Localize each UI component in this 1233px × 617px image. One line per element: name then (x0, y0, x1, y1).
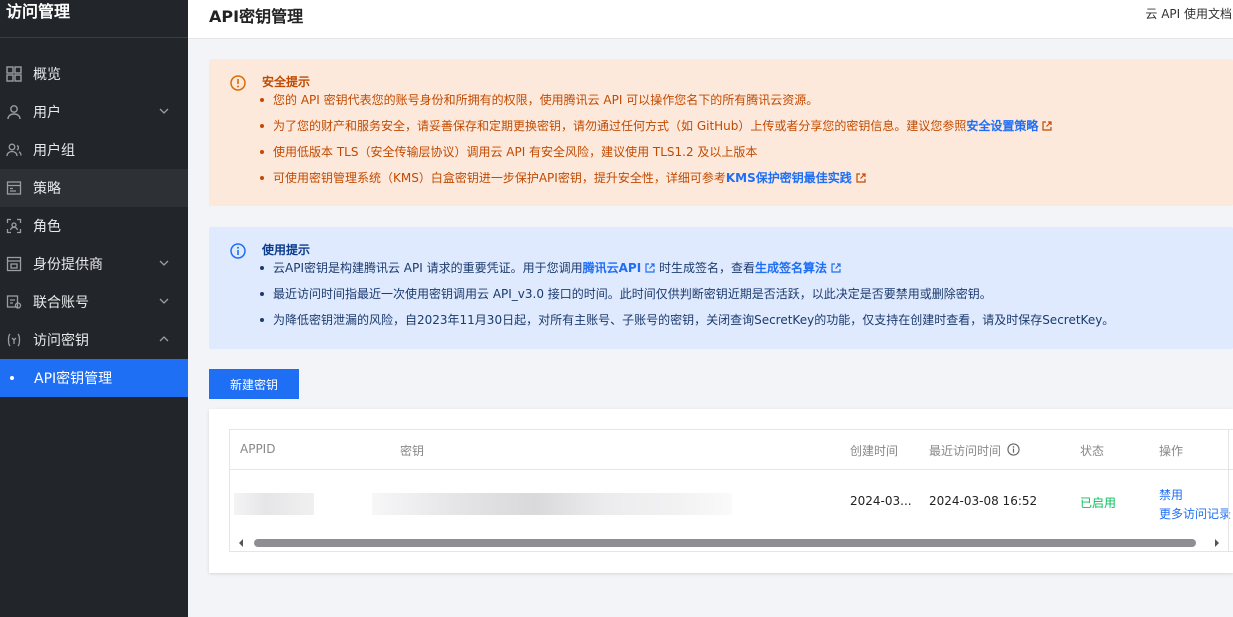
column-header-actions: 操作 (1159, 444, 1184, 458)
alert-text: 使用低版本 TLS（安全传输层协议）调用云 API 有安全风险，建议使用 TLS… (273, 145, 758, 159)
user-group-icon (6, 142, 22, 158)
chevron-down-icon (159, 298, 169, 304)
column-header-last-access: 最近访问时间 (929, 444, 1002, 458)
list-item: 云API密钥是构建腾讯云 API 请求的重要凭证。用于您调用腾讯云API 时生成… (259, 259, 1233, 285)
identity-provider-icon (6, 256, 22, 272)
role-icon (6, 218, 22, 234)
disable-key-link[interactable]: 禁用 (1159, 486, 1183, 503)
list-item: 最近访问时间指最近一次使用密钥调用云 API_v3.0 接口的时间。此时间仅供判… (259, 285, 1233, 311)
access-key-icon (6, 332, 22, 348)
alert-text: 时生成签名，查看 (659, 261, 756, 275)
security-alert-list: 您的 API 密钥代表您的账号身份和所拥有的权限，使用腾讯云 API 可以操作您… (259, 91, 1233, 195)
page-title: API密钥管理 (209, 7, 304, 26)
redacted-secret-id (372, 493, 732, 515)
scroll-left-icon[interactable] (236, 538, 246, 548)
sidebar-item-roles[interactable]: 角色 (0, 207, 188, 245)
sidebar-item-label: 访问密钥 (33, 333, 89, 349)
sidebar-item-label: 用户 (33, 105, 61, 121)
list-item: 使用低版本 TLS（安全传输层协议）调用云 API 有安全风险，建议使用 TLS… (259, 143, 1233, 169)
scroll-right-icon[interactable] (1212, 538, 1222, 548)
active-dot-icon (10, 376, 14, 380)
external-link-icon (856, 173, 866, 183)
scrollbar-thumb[interactable] (254, 539, 1196, 547)
security-alert: 安全提示 您的 API 密钥代表您的账号身份和所拥有的权限，使用腾讯云 API … (209, 59, 1233, 206)
table-header: APPID 密钥 创建时间 最近访问时间 状态 操作 (230, 430, 1233, 470)
tencent-cloud-api-link[interactable]: 腾讯云API (583, 261, 642, 275)
chevron-down-icon (159, 260, 169, 266)
column-header-appid: APPID (240, 442, 276, 456)
column-header-status: 状态 (1080, 444, 1105, 458)
policy-icon (6, 180, 22, 196)
security-policy-link[interactable]: 安全设置策略 (966, 119, 1038, 133)
chevron-up-icon (159, 336, 169, 342)
usage-alert-title: 使用提示 (262, 243, 311, 257)
column-divider (1228, 430, 1229, 551)
sidebar-item-label: 概览 (33, 67, 61, 83)
horizontal-scrollbar[interactable] (230, 535, 1233, 551)
sidebar-item-label: 角色 (33, 219, 61, 235)
sidebar-title: 访问管理 (0, 0, 188, 38)
alert-text: 云API密钥是构建腾讯云 API 请求的重要凭证。用于您调用 (273, 261, 583, 275)
alert-text: 为了您的财产和服务安全，请妥善保存和定期更换密钥，请勿通过任何方式（如 GitH… (273, 119, 967, 133)
external-link-icon (831, 263, 841, 273)
key-table: APPID 密钥 创建时间 最近访问时间 状态 操作 2024-03... 20… (229, 429, 1233, 552)
sidebar-item-policies[interactable]: 策略 (0, 169, 188, 207)
warning-icon (230, 75, 246, 91)
usage-alert-list: 云API密钥是构建腾讯云 API 请求的重要凭证。用于您调用腾讯云API 时生成… (259, 259, 1233, 337)
list-item: 您的 API 密钥代表您的账号身份和所拥有的权限，使用腾讯云 API 可以操作您… (259, 91, 1233, 117)
sidebar-item-label: 策略 (33, 181, 61, 197)
created-time: 2024-03... (850, 494, 912, 508)
info-icon[interactable] (1007, 443, 1020, 456)
list-item: 可使用密钥管理系统（KMS）白盒密钥进一步保护API密钥，提升安全性，详细可参考… (259, 169, 1233, 195)
alert-text: 为降低密钥泄漏的风险，自2023年11月30日起，对所有主账号、子账号的密钥，关… (273, 313, 1115, 327)
sidebar-item-label: 联合账号 (33, 295, 89, 311)
sidebar-item-label: 身份提供商 (33, 257, 103, 273)
chevron-down-icon (159, 108, 169, 114)
sidebar-item-label: 用户组 (33, 143, 75, 159)
kms-best-practice-link[interactable]: KMS保护密钥最佳实践 (726, 171, 852, 185)
status-badge: 已启用 (1080, 496, 1117, 510)
usage-alert: 使用提示 云API密钥是构建腾讯云 API 请求的重要凭证。用于您调用腾讯云AP… (209, 227, 1233, 349)
sidebar-item-federated-accounts[interactable]: 联合账号 (0, 283, 188, 321)
sidebar-item-api-key-management[interactable]: API密钥管理 (0, 359, 188, 397)
more-access-records-link[interactable]: 更多访问记录 (1159, 505, 1231, 522)
column-header-created: 创建时间 (850, 444, 899, 458)
sidebar-item-users[interactable]: 用户 (0, 93, 188, 131)
sidebar-item-user-groups[interactable]: 用户组 (0, 131, 188, 169)
redacted-appid (234, 493, 314, 515)
list-item: 为降低密钥泄漏的风险，自2023年11月30日起，对所有主账号、子账号的密钥，关… (259, 311, 1233, 337)
user-icon (6, 104, 22, 120)
sidebar: 访问管理 概览 用户 用户组 策略 角色 身份提供商 联合账号 访问密钥 API… (0, 0, 188, 617)
sidebar-nav: 概览 用户 用户组 策略 角色 身份提供商 联合账号 访问密钥 API密钥管理 (0, 55, 188, 397)
last-access-time: 2024-03-08 16:52 (929, 494, 1038, 508)
external-link-icon (1042, 121, 1053, 131)
new-key-button[interactable]: 新建密钥 (209, 369, 299, 399)
column-header-key: 密钥 (400, 444, 425, 458)
api-doc-link[interactable]: 云 API 使用文档 (1145, 5, 1232, 22)
key-table-card: APPID 密钥 创建时间 最近访问时间 状态 操作 2024-03... 20… (209, 409, 1233, 573)
list-item: 为了您的财产和服务安全，请妥善保存和定期更换密钥，请勿通过任何方式（如 GitH… (259, 117, 1233, 143)
alert-text: 您的 API 密钥代表您的账号身份和所拥有的权限，使用腾讯云 API 可以操作您… (273, 93, 819, 107)
table-row: 2024-03... 2024-03-08 16:52 已启用 禁用 更多访问记… (230, 470, 1233, 534)
info-icon (230, 243, 246, 259)
page-header: API密钥管理 云 API 使用文档 (188, 0, 1233, 39)
grid-icon (6, 66, 22, 82)
federated-account-icon (6, 294, 22, 310)
sidebar-item-identity-providers[interactable]: 身份提供商 (0, 245, 188, 283)
sidebar-item-access-keys[interactable]: 访问密钥 (0, 321, 188, 359)
alert-text: 最近访问时间指最近一次使用密钥调用云 API_v3.0 接口的时间。此时间仅供判… (273, 287, 992, 301)
external-link-icon (645, 263, 655, 273)
alert-text: 可使用密钥管理系统（KMS）白盒密钥进一步保护API密钥，提升安全性，详细可参考 (273, 171, 726, 185)
sidebar-item-label: API密钥管理 (34, 371, 113, 387)
security-alert-title: 安全提示 (262, 75, 311, 89)
signature-algorithm-link[interactable]: 生成签名算法 (755, 261, 827, 275)
sidebar-item-overview[interactable]: 概览 (0, 55, 188, 93)
